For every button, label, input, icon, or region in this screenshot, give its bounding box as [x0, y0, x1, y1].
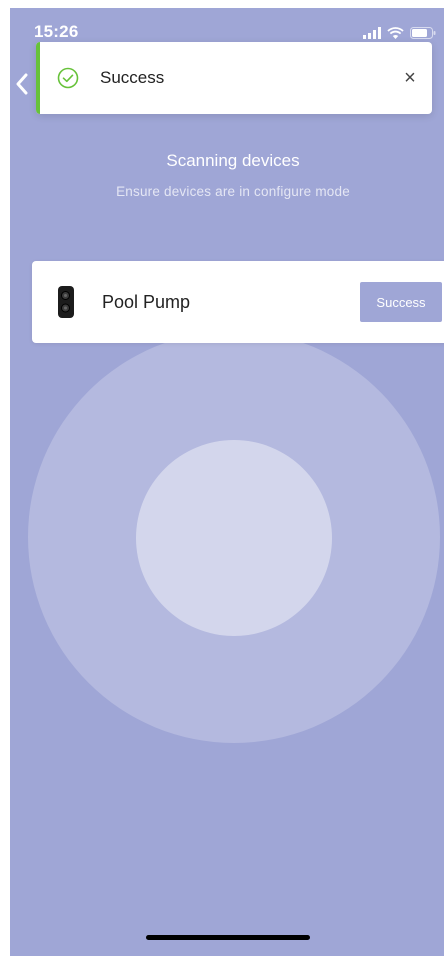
status-time: 15:26 [34, 22, 79, 41]
toast-message: Success [100, 68, 165, 87]
toast-close-button[interactable]: × [394, 62, 426, 94]
check-circle-icon [56, 66, 80, 90]
wifi-icon [387, 27, 404, 39]
success-toast: Success × [36, 42, 432, 114]
scan-subtitle: Ensure devices are in configure mode [116, 184, 350, 199]
pool-pump-device-icon [58, 286, 74, 318]
signal-icon [363, 27, 381, 39]
close-icon: × [404, 66, 416, 89]
screen: 15:26 Scanning devices Ensure devices ar… [10, 8, 444, 956]
battery-icon [410, 27, 436, 39]
chevron-left-icon [16, 73, 28, 100]
device-card[interactable]: Pool Pump Success [32, 261, 444, 343]
scan-title: Scanning devices [166, 151, 300, 170]
device-status-button[interactable]: Success [360, 282, 442, 322]
device-name: Pool Pump [102, 291, 191, 312]
back-button[interactable] [10, 68, 34, 104]
status-icons [363, 27, 436, 39]
home-indicator [146, 935, 310, 940]
radar-inner-circle [136, 440, 332, 636]
toast-accent-bar [36, 42, 40, 114]
